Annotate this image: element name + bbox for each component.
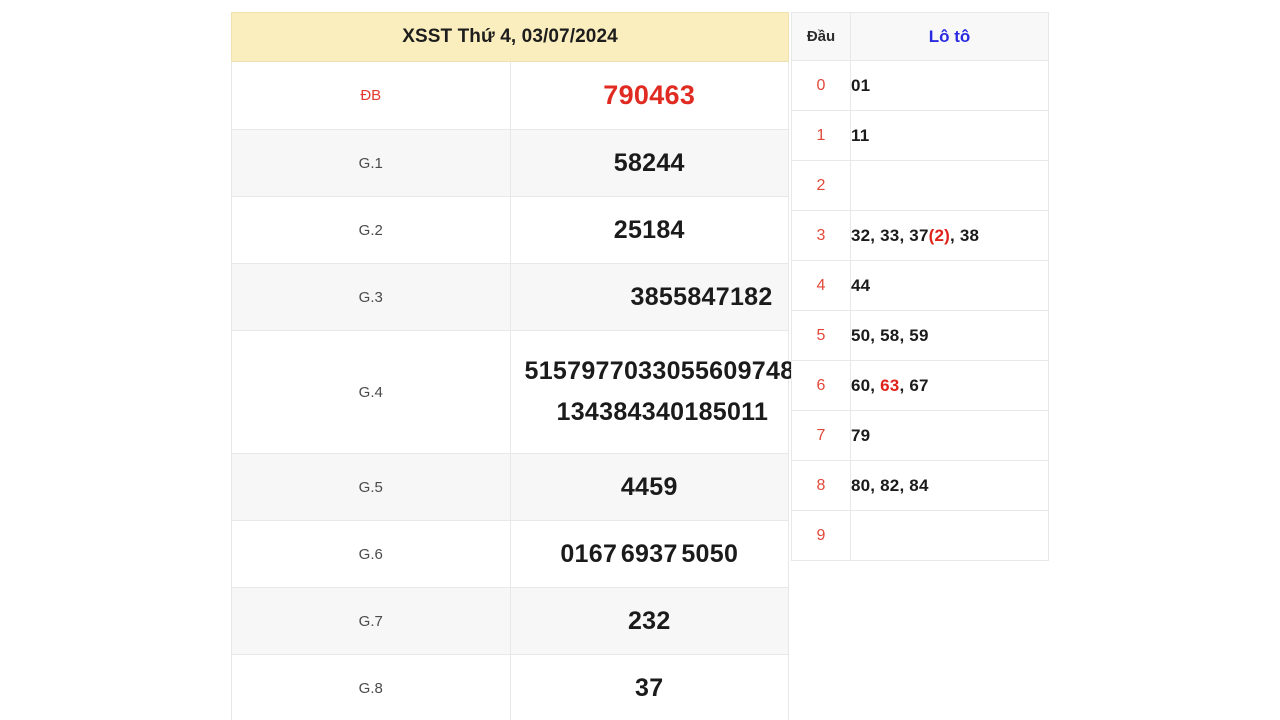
loto-numbers: 50, 58, 59 — [850, 310, 1049, 361]
prize-label-g5: G.5 — [231, 453, 511, 521]
loto-dau-digit: 7 — [791, 410, 851, 461]
g4-line-1: 51579 77033 05560 97480 — [511, 357, 809, 386]
prize-row-g4: G.4 51579 77033 05560 97480 13438 43401 … — [231, 330, 809, 454]
prize-number: 77033 — [595, 357, 667, 385]
loto-row: 4 44 — [791, 260, 1049, 311]
loto-numbers: 44 — [850, 260, 1049, 311]
screenshot-root: XSST Thứ 4, 03/07/2024 ĐB 790463 G.1 582… — [0, 0, 1280, 720]
loto-number: , 67 — [899, 375, 929, 395]
loto-number-highlight: 63 — [880, 375, 900, 395]
loto-dau-digit: 1 — [791, 110, 851, 161]
g4-line-2: 13438 43401 85011 — [511, 398, 789, 427]
loto-number: 32, 33, 37 — [851, 225, 929, 245]
prize-row-g7: G.7 232 — [231, 587, 789, 655]
prize-label-g3: G.3 — [231, 263, 511, 331]
loto-dau-digit: 0 — [791, 60, 851, 111]
loto-header-row: Đầu Lô tô — [791, 12, 1049, 61]
loto-dau-digit: 8 — [791, 460, 851, 511]
prize-row-g8: G.8 37 — [231, 654, 789, 720]
loto-row: 5 50, 58, 59 — [791, 310, 1049, 361]
loto-number: 60, — [851, 375, 881, 395]
loto-header-dau: Đầu — [791, 12, 851, 61]
loto-numbers — [850, 510, 1049, 561]
loto-number-highlight: (2) — [928, 225, 951, 245]
prize-label-g8: G.8 — [231, 654, 511, 720]
prize-number: 47182 — [701, 282, 773, 311]
loto-body: 0 01 1 11 2 3 32, 33, 37(2), 38 4 44 5 50, 58, 59 6… — [791, 60, 1049, 561]
prize-row-g3: G.3 38558 47182 — [231, 263, 789, 331]
loto-number: , 38 — [950, 225, 980, 245]
prize-values-g3: 38558 47182 — [509, 263, 789, 331]
prize-row-g5: G.5 4459 — [231, 453, 789, 521]
prize-number: 5050 — [681, 539, 739, 568]
prize-label-g7: G.7 — [231, 587, 511, 655]
loto-dau-digit: 6 — [791, 360, 851, 411]
prize-values-g4: 51579 77033 05560 97480 13438 43401 8501… — [509, 330, 809, 454]
loto-numbers: 80, 82, 84 — [850, 460, 1049, 511]
prize-row-g1: G.1 58244 — [231, 129, 789, 197]
loto-row: 8 80, 82, 84 — [791, 460, 1049, 511]
loto-numbers: 32, 33, 37(2), 38 — [850, 210, 1049, 261]
prize-value-g8: 37 — [509, 654, 789, 720]
prize-row-db: ĐB 790463 — [231, 61, 789, 130]
prize-label-g6: G.6 — [231, 520, 511, 588]
prize-number: 13438 — [556, 398, 628, 426]
prize-value-g2: 25184 — [509, 196, 789, 264]
loto-numbers: 01 — [850, 60, 1049, 111]
prize-number: 38558 — [630, 282, 702, 311]
prize-number: 6937 — [620, 539, 678, 568]
loto-summary-table: Đầu Lô tô 0 01 1 11 2 3 32, 33, 37(2), 38 4 44 5 5… — [791, 12, 1049, 561]
loto-row: 9 — [791, 510, 1049, 561]
loto-numbers: 60, 63, 67 — [850, 360, 1049, 411]
prize-row-g6: G.6 0167 6937 5050 — [231, 520, 789, 588]
loto-dau-digit: 9 — [791, 510, 851, 561]
prize-row-g2: G.2 25184 — [231, 196, 789, 264]
page-title: XSST Thứ 4, 03/07/2024 — [231, 12, 789, 62]
prize-number: 05560 — [666, 357, 738, 385]
prize-value-g1: 58244 — [509, 129, 789, 197]
loto-dau-digit: 4 — [791, 260, 851, 311]
prize-value-g5: 4459 — [509, 453, 789, 521]
loto-dau-digit: 3 — [791, 210, 851, 261]
loto-row: 7 79 — [791, 410, 1049, 461]
loto-row: 6 60, 63, 67 — [791, 360, 1049, 411]
prize-label-g2: G.2 — [231, 196, 511, 264]
prize-label-db: ĐB — [231, 61, 511, 130]
prize-number: 51579 — [524, 357, 596, 385]
prize-values-g6: 0167 6937 5050 — [509, 520, 789, 588]
loto-row: 3 32, 33, 37(2), 38 — [791, 210, 1049, 261]
loto-numbers — [850, 160, 1049, 211]
loto-numbers: 11 — [850, 110, 1049, 161]
loto-header-loto: Lô tô — [850, 12, 1049, 61]
prize-number: 85011 — [698, 398, 769, 426]
prize-label-g1: G.1 — [231, 129, 511, 197]
prize-number: 0167 — [560, 539, 618, 568]
loto-dau-digit: 2 — [791, 160, 851, 211]
loto-row: 2 — [791, 160, 1049, 211]
loto-dau-digit: 5 — [791, 310, 851, 361]
loto-numbers: 79 — [850, 410, 1049, 461]
prize-value-g7: 232 — [509, 587, 789, 655]
prize-number: 43401 — [627, 398, 699, 426]
loto-row: 1 11 — [791, 110, 1049, 161]
lottery-results-table: XSST Thứ 4, 03/07/2024 ĐB 790463 G.1 582… — [231, 12, 809, 720]
prize-value-db: 790463 — [509, 61, 789, 130]
title-row: XSST Thứ 4, 03/07/2024 — [231, 12, 789, 62]
prize-label-g4: G.4 — [231, 330, 511, 454]
loto-row: 0 01 — [791, 60, 1049, 111]
